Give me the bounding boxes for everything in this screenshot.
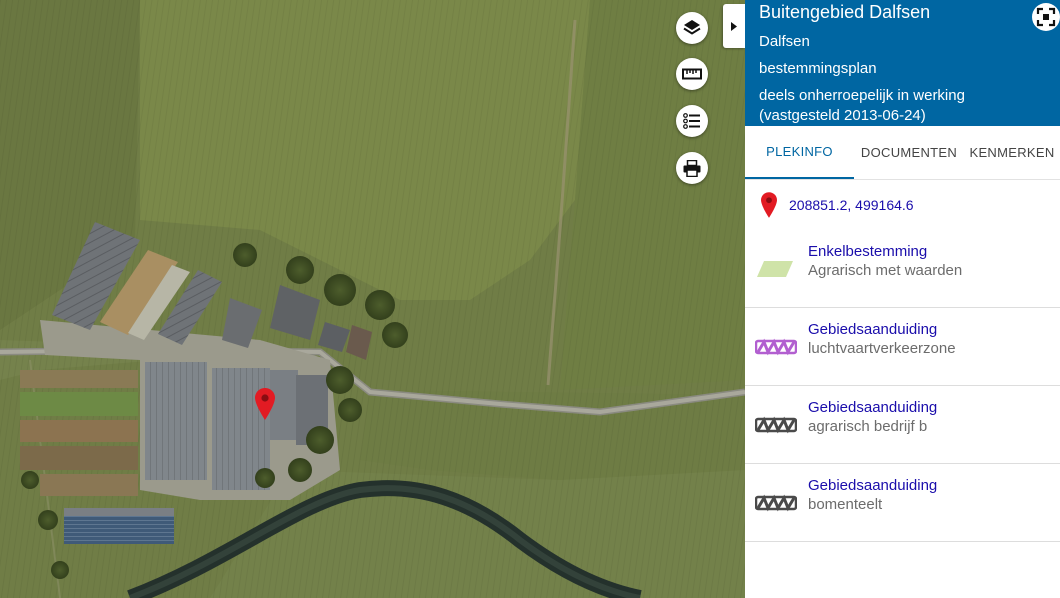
legend-button[interactable] (676, 105, 708, 137)
coordinate-row: 208851.2, 499164.6 (745, 180, 1060, 230)
item-type-link[interactable]: Enkelbestemming (808, 242, 962, 261)
list-item-enkelbestemming: Enkelbestemming Agrarisch met waarden (745, 230, 1060, 308)
plan-title: Buitengebied Dalfsen (759, 2, 931, 22)
coordinates-link[interactable]: 208851.2, 499164.6 (789, 197, 914, 213)
item-type-link[interactable]: Gebiedsaanduiding (808, 398, 937, 417)
tab-plekinfo[interactable]: PLEKINFO (745, 126, 854, 179)
zone-pattern-dark-icon (755, 416, 797, 434)
layers-button[interactable] (676, 12, 708, 44)
item-value: luchtvaartverkeerzone (808, 340, 956, 357)
zone-pattern-dark-icon (755, 494, 797, 512)
tab-bar: PLEKINFO DOCUMENTEN KENMERKEN (745, 126, 1060, 180)
collapse-panel-button[interactable] (723, 4, 745, 48)
item-value: agrarisch bedrijf b (808, 418, 928, 435)
ruler-icon (682, 68, 702, 80)
list-item-gebiedsaanduiding: Gebiedsaanduiding bomenteelt (745, 464, 1060, 542)
item-value: bomenteelt (808, 496, 883, 513)
fullscreen-icon (1036, 7, 1056, 27)
item-type-link[interactable]: Gebiedsaanduiding (808, 320, 956, 339)
plan-status: deels onherroepelijk in werking (vastges… (759, 87, 965, 124)
tab-documenten[interactable]: DOCUMENTEN (854, 126, 964, 179)
list-item-gebiedsaanduiding: Gebiedsaanduiding luchtvaartverkeerzone (745, 308, 1060, 386)
layers-icon (683, 20, 701, 35)
list-item-gebiedsaanduiding: Gebiedsaanduiding agrarisch bedrijf b (745, 386, 1060, 464)
location-pin-icon (761, 192, 777, 218)
item-value: Agrarisch met waarden (808, 262, 963, 279)
aerial-photo (0, 0, 745, 598)
fullscreen-button[interactable] (1032, 3, 1060, 31)
print-button[interactable] (676, 152, 708, 184)
measure-button[interactable] (676, 58, 708, 90)
plan-header: Buitengebied Dalfsen Dalfsen bestemmings… (745, 0, 1060, 126)
item-type-link[interactable]: Gebiedsaanduiding (808, 476, 937, 495)
list-icon (683, 113, 700, 129)
map-pin-icon[interactable] (255, 388, 275, 420)
zone-pattern-purple-icon (755, 338, 797, 356)
printer-icon (683, 159, 701, 177)
land-use-symbol-icon (757, 261, 793, 277)
tab-kenmerken[interactable]: KENMERKEN (964, 126, 1060, 179)
info-panel: Buitengebied Dalfsen Dalfsen bestemmings… (745, 0, 1060, 598)
plan-type: bestemmingsplan (759, 60, 877, 77)
map-view[interactable] (0, 0, 745, 598)
plan-place: Dalfsen (759, 33, 810, 50)
caret-right-icon (731, 21, 737, 31)
